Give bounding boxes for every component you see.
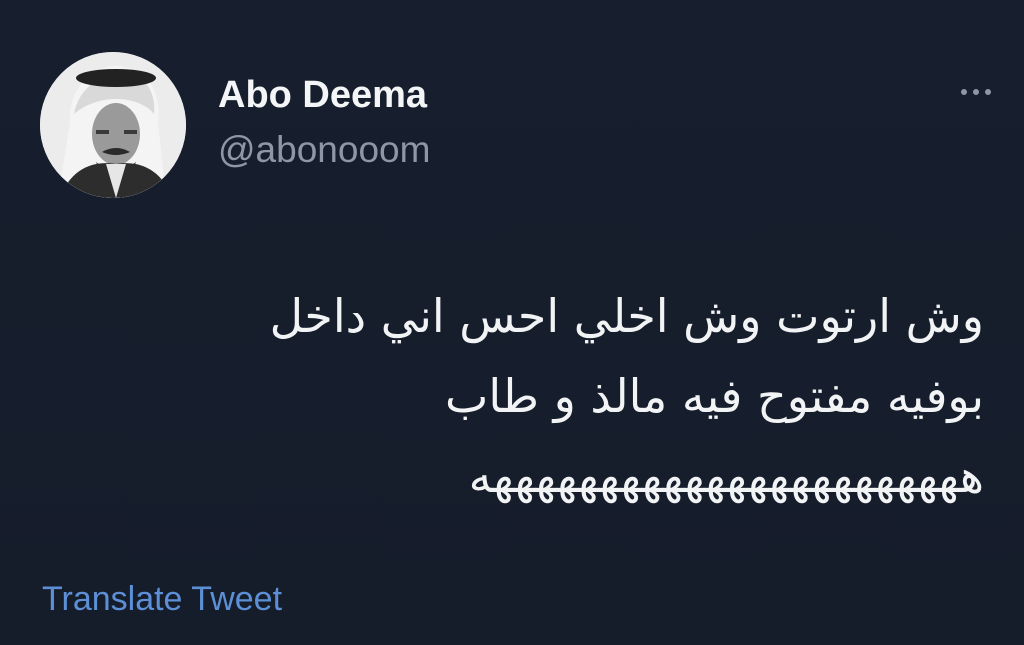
author-display-name[interactable]: Abo Deema — [218, 72, 427, 118]
author-handle[interactable]: @abonooom — [218, 128, 430, 172]
translate-tweet-link[interactable]: Translate Tweet — [42, 578, 282, 620]
tweet-text-line: بوفيه مفتوح فيه مالذ و طاب — [445, 369, 984, 423]
tweet-text-line: هههههههههههههههههههههههه — [468, 449, 984, 503]
tweet-text-line: وش ارتوت وش اخلي احس اني داخل — [269, 289, 984, 343]
more-horizontal-icon[interactable] — [952, 82, 1000, 102]
tweet-text: وش ارتوت وش اخلي احس اني داخل بوفيه مفتو… — [84, 276, 984, 516]
avatar[interactable] — [40, 52, 186, 198]
tweet-card: Abo Deema @abonooom وش ارتوت وش اخلي احس… — [0, 0, 1024, 645]
avatar-photo — [40, 52, 186, 198]
